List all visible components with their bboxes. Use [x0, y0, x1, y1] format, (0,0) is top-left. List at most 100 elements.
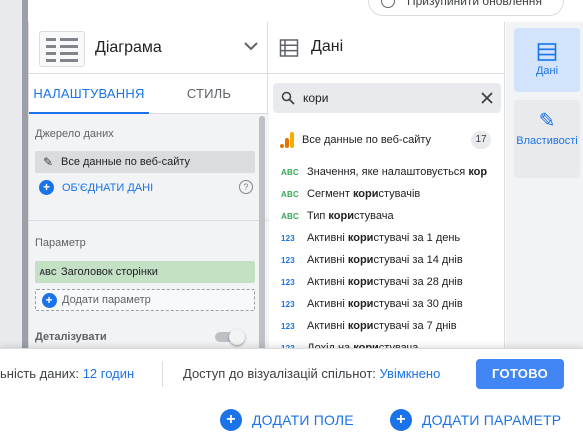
data-source-name: Все данные по веб-сайту — [61, 156, 191, 168]
data-list-icon — [279, 39, 299, 57]
data-freshness-link[interactable]: 12 годин — [83, 366, 135, 381]
community-sharing: Доступ до візуалізацій спільнот: Увімкне… — [183, 366, 440, 381]
drilldown-toggle[interactable] — [215, 329, 245, 345]
pencil-icon: ✎ — [538, 110, 556, 132]
field-name: Тип користувача — [307, 210, 394, 222]
setup-scrollbar[interactable] — [259, 116, 265, 362]
field-name: Активні користувачі за 14 днів — [307, 254, 463, 266]
pause-updates-button[interactable]: Призупинити оновлення — [368, 0, 564, 16]
number-type-icon: 123 — [281, 321, 295, 331]
add-circle-icon: + — [36, 292, 62, 308]
add-field-button[interactable]: + ДОДАТИ ПОЛЕ — [220, 408, 354, 432]
right-rail: Дані ✎ Властивості — [506, 22, 583, 362]
field-name: Значення, яке налаштовується кор — [307, 166, 487, 178]
section-divider — [29, 220, 269, 221]
add-circle-icon: + — [390, 409, 412, 431]
field-name-part: Активні — [307, 276, 348, 288]
search-input[interactable]: кори — [303, 91, 328, 105]
chart-type-title: Діаграма — [95, 39, 162, 56]
footer-actions: + ДОДАТИ ПОЛЕ + ДОДАТИ ПАРАМЕТР — [0, 398, 583, 446]
field-name-part: стувачі за 7 днів — [373, 320, 457, 332]
tab-style[interactable]: СТИЛЬ — [149, 74, 269, 114]
community-sharing-link[interactable]: Увімкнено — [380, 366, 441, 381]
number-type-icon: 123 — [281, 299, 295, 309]
search-match: кори — [347, 320, 374, 332]
field-name-part: стувачів — [378, 188, 421, 200]
add-parameter-slot[interactable]: + Додати параметр — [35, 289, 255, 311]
data-source-row[interactable]: Все данные по веб-сайту 17 — [269, 122, 505, 158]
field-name-part: Тип — [307, 210, 329, 222]
setup-body: Джерело даних ✎ Все данные по веб-сайту … — [29, 114, 269, 362]
search-match: кори — [347, 298, 374, 310]
pause-icon — [381, 0, 395, 8]
parameter-label: Параметр — [35, 237, 86, 249]
field-name-part: стувачі за 14 днів — [373, 254, 463, 266]
field-name-part: Сегмент — [307, 188, 353, 200]
field-name-part: стувача — [353, 210, 394, 222]
blend-data-button[interactable]: + ОБ'ЄДНАТИ ДАНІ — [39, 180, 153, 195]
field-name: Активні користувачі за 30 днів — [307, 298, 463, 310]
text-type-icon: ABC — [281, 167, 299, 177]
field-name: Сегмент користувачів — [307, 188, 420, 200]
add-circle-icon: + — [39, 180, 54, 195]
rail-properties-button[interactable]: ✎ Властивості — [514, 100, 580, 178]
analytics-icon — [280, 132, 294, 148]
add-parameter-label: Додати параметр — [62, 294, 151, 306]
rail-data-button[interactable]: Дані — [514, 28, 580, 92]
search-match: кори — [352, 188, 379, 200]
data-panel-title: Дані — [311, 38, 344, 55]
field-row[interactable]: 123 Активні користувачі за 7 днів — [269, 315, 505, 337]
add-parameter-button[interactable]: + ДОДАТИ ПАРАМЕТР — [390, 408, 561, 432]
field-row[interactable]: 123 Активні користувачі за 1 день — [269, 227, 505, 249]
field-row[interactable]: 123 Активні користувачі за 14 днів — [269, 249, 505, 271]
field-row[interactable]: 123 Активні користувачі за 28 днів — [269, 271, 505, 293]
chevron-down-icon — [244, 42, 258, 51]
dimension-name: Заголовок сторінки — [61, 266, 158, 278]
table-chart-icon — [39, 31, 85, 67]
status-divider — [162, 361, 163, 387]
field-row[interactable]: 123 Активні користувачі за 30 днів — [269, 293, 505, 315]
number-type-icon: 123 — [281, 233, 295, 243]
search-match: кор — [468, 166, 488, 178]
field-row[interactable]: ABC Тип користувача — [269, 205, 505, 227]
panel-tabs: НАЛАШТУВАННЯ СТИЛЬ — [29, 74, 269, 114]
tab-setup[interactable]: НАЛАШТУВАННЯ — [29, 74, 149, 114]
data-freshness-label: ьність даних: — [0, 366, 80, 381]
rail-data-label: Дані — [535, 65, 559, 77]
data-source-chip[interactable]: ✎ Все данные по веб-сайту — [35, 151, 255, 173]
chart-type-selector[interactable]: Діаграма — [29, 22, 269, 74]
data-source-label: Джерело даних — [35, 128, 114, 140]
field-name-part: Активні — [307, 320, 348, 332]
field-name-part: Значення, яке налаштовується — [307, 166, 469, 178]
data-list-icon — [537, 43, 557, 61]
search-match: кори — [328, 210, 354, 222]
text-type-icon: ABC — [281, 211, 299, 221]
field-name-part: стувачі за 28 днів — [373, 276, 463, 288]
field-name-part: стувачі за 1 день — [373, 232, 461, 244]
field-name-part: стувачі за 30 днів — [373, 298, 463, 310]
close-icon[interactable] — [481, 92, 493, 104]
field-count-badge: 17 — [471, 131, 491, 149]
field-row[interactable]: ABC Сегмент користувачів — [269, 183, 505, 205]
pencil-icon[interactable]: ✎ — [35, 155, 61, 169]
field-row[interactable]: ABC Значення, яке налаштовується кор — [269, 161, 505, 183]
data-source-name: Все данные по веб-сайту — [302, 134, 432, 146]
blend-data-label: ОБ'ЄДНАТИ ДАНІ — [62, 181, 154, 194]
search-icon — [281, 91, 295, 105]
dimension-chip[interactable]: ABC Заголовок сторінки — [35, 261, 255, 283]
field-search[interactable]: кори — [273, 83, 501, 113]
number-type-icon: 123 — [281, 277, 295, 287]
drilldown-label: Деталізувати — [35, 331, 107, 343]
rail-properties-label: Властивості — [516, 135, 578, 147]
help-icon[interactable]: ? — [239, 180, 253, 194]
add-field-label: ДОДАТИ ПОЛЕ — [252, 412, 354, 428]
data-freshness: ьність даних: 12 годин — [0, 366, 134, 381]
field-name: Активні користувачі за 1 день — [307, 232, 460, 244]
chart-panel: Діаграма НАЛАШТУВАННЯ СТИЛЬ Джерело дани… — [28, 22, 269, 362]
field-name-part: Активні — [307, 254, 348, 266]
number-type-icon: 123 — [281, 255, 295, 265]
add-circle-icon: + — [220, 409, 242, 431]
search-match: кори — [347, 232, 374, 244]
done-button[interactable]: ГОТОВО — [476, 359, 564, 389]
field-name-part: Активні — [307, 298, 348, 310]
